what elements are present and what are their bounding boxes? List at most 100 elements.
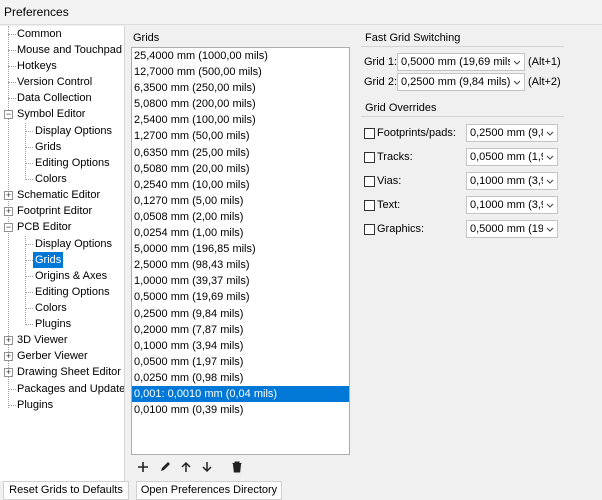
grid-list-item[interactable]: 1,2700 mm (50,00 mils) <box>132 128 349 144</box>
reset-grids-button[interactable]: Reset Grids to Defaults <box>3 481 129 500</box>
grid-list-item[interactable]: 25,4000 mm (1000,00 mils) <box>132 48 349 64</box>
grid-list-item[interactable]: 0,5000 mm (19,69 mils) <box>132 289 349 305</box>
section-divider <box>361 46 564 47</box>
grid1-select[interactable]: 0,5000 mm (19,69 mils <box>397 53 525 71</box>
grid-overrides-title: Grid Overrides <box>365 102 437 114</box>
grid2-label: Grid 2: <box>364 76 398 88</box>
grid-list-item[interactable]: 12,7000 mm (500,00 mils) <box>132 64 349 80</box>
grid-list-item[interactable]: 0,0508 mm (2,00 mils) <box>132 209 349 225</box>
tree-item-common[interactable]: Common <box>15 26 64 42</box>
grid-list-item[interactable]: 0,2500 mm (9,84 mils) <box>132 306 349 322</box>
tree-item-data-collection[interactable]: Data Collection <box>15 90 94 106</box>
chevron-down-icon <box>543 173 557 189</box>
grid-list-item[interactable]: 0,0100 mm (0,39 mils) <box>132 402 349 418</box>
tracks-checkbox[interactable] <box>364 152 375 163</box>
grid-list-item[interactable]: 6,3500 mm (250,00 mils) <box>132 80 349 96</box>
tree-item-gerber-viewer[interactable]: Gerber Viewer <box>15 348 90 364</box>
expand-icon[interactable]: + <box>4 207 13 216</box>
tree-item-pcb-display-options[interactable]: Display Options <box>33 236 114 252</box>
tree-item-schematic-editor[interactable]: Schematic Editor <box>15 187 102 203</box>
tree-item-pcb-editor[interactable]: PCB Editor <box>15 219 73 235</box>
tracks-select[interactable]: 0,0500 mm (1,9 <box>466 148 558 166</box>
grid-list-item[interactable]: 0,1000 mm (3,94 mils) <box>132 338 349 354</box>
edit-icon[interactable] <box>155 457 175 477</box>
tree-item-pcb-plugins[interactable]: Plugins <box>33 316 73 332</box>
tracks-value: 0,0500 mm (1,9 <box>470 151 548 163</box>
add-icon[interactable] <box>133 457 153 477</box>
fast-grid-title: Fast Grid Switching <box>365 32 461 44</box>
tree-connector <box>25 179 33 180</box>
grid-list-item[interactable]: 0,0250 mm (0,98 mils) <box>132 370 349 386</box>
tree-item-3d-viewer[interactable]: 3D Viewer <box>15 332 70 348</box>
tree-connector <box>25 244 33 245</box>
grid-list[interactable]: 25,4000 mm (1000,00 mils) 12,7000 mm (50… <box>131 47 350 455</box>
grid-list-item[interactable]: 0,0500 mm (1,97 mils) <box>132 354 349 370</box>
graphics-checkbox[interactable] <box>364 224 375 235</box>
tree-connector <box>25 276 33 277</box>
tree-item-symbol-editing-options[interactable]: Editing Options <box>33 155 112 171</box>
tree-item-symbol-display-options[interactable]: Display Options <box>33 123 114 139</box>
grid-list-item[interactable]: 0,2000 mm (7,87 mils) <box>132 322 349 338</box>
tree-item-pcb-origins-axes[interactable]: Origins & Axes <box>33 268 109 284</box>
preferences-tree[interactable]: − + + − + + + Common Mouse and Touchpad … <box>0 26 125 481</box>
delete-icon[interactable] <box>227 457 247 477</box>
chevron-down-icon <box>543 125 557 141</box>
tree-item-pcb-grids[interactable]: Grids <box>33 252 64 268</box>
grid-list-item[interactable]: 0,2540 mm (10,00 mils) <box>132 177 349 193</box>
grid-list-item[interactable]: 0,0254 mm (1,00 mils) <box>132 225 349 241</box>
grid-list-item[interactable]: 2,5400 mm (100,00 mils) <box>132 112 349 128</box>
text-select[interactable]: 0,1000 mm (3,9 <box>466 196 558 214</box>
expand-icon[interactable]: + <box>4 336 13 345</box>
tree-item-version-control[interactable]: Version Control <box>15 74 94 90</box>
tree-item-symbol-editor[interactable]: Symbol Editor <box>15 106 87 122</box>
open-preferences-directory-button[interactable]: Open Preferences Directory <box>136 481 282 500</box>
grid2-select[interactable]: 0,2500 mm (9,84 mils) <box>397 73 525 91</box>
tracks-label: Tracks: <box>377 151 413 163</box>
grid-list-item[interactable]: 0,5080 mm (20,00 mils) <box>132 161 349 177</box>
expand-icon[interactable]: + <box>4 191 13 200</box>
tree-item-plugins[interactable]: Plugins <box>15 397 55 413</box>
chevron-down-icon <box>543 197 557 213</box>
text-value: 0,1000 mm (3,9 <box>470 199 548 211</box>
grid-list-item[interactable]: 5,0000 mm (196,85 mils) <box>132 241 349 257</box>
footprints-pads-select[interactable]: 0,2500 mm (9,8 <box>466 124 558 142</box>
grid-list-item[interactable]: 0,1270 mm (5,00 mils) <box>132 193 349 209</box>
footprints-pads-value: 0,2500 mm (9,8 <box>470 127 548 139</box>
tree-connector <box>25 236 26 325</box>
tree-item-mouse-touchpad[interactable]: Mouse and Touchpad <box>15 42 124 58</box>
grid-list-item[interactable]: 5,0800 mm (200,00 mils) <box>132 96 349 112</box>
graphics-label: Graphics: <box>377 223 425 235</box>
vias-checkbox[interactable] <box>364 176 375 187</box>
tree-item-hotkeys[interactable]: Hotkeys <box>15 58 59 74</box>
tree-item-footprint-editor[interactable]: Footprint Editor <box>15 203 94 219</box>
graphics-select[interactable]: 0,5000 mm (19, <box>466 220 558 238</box>
grid-list-item-selected[interactable]: 0,001: 0,0010 mm (0,04 mils) <box>132 385 349 403</box>
move-down-icon[interactable] <box>197 457 217 477</box>
tree-item-packages-updates[interactable]: Packages and Updates <box>15 381 124 397</box>
tree-connector <box>25 260 33 261</box>
grid-list-item[interactable]: 0,6350 mm (25,00 mils) <box>132 145 349 161</box>
tree-item-pcb-colors[interactable]: Colors <box>33 300 69 316</box>
grid-list-item[interactable]: 2,5000 mm (98,43 mils) <box>132 257 349 273</box>
vias-select[interactable]: 0,1000 mm (3,9 <box>466 172 558 190</box>
tree-item-drawing-sheet-editor[interactable]: Drawing Sheet Editor <box>15 364 123 380</box>
move-up-icon[interactable] <box>176 457 196 477</box>
collapse-icon[interactable]: − <box>4 223 13 232</box>
vias-label: Vias: <box>377 175 402 187</box>
grid2-hotkey: (Alt+2) <box>528 76 561 88</box>
grids-label: Grids <box>133 32 160 44</box>
tree-item-symbol-grids[interactable]: Grids <box>33 139 63 155</box>
grid-list-toolbar <box>131 457 261 477</box>
grid-list-item[interactable]: 1,0000 mm (39,37 mils) <box>132 273 349 289</box>
expand-icon[interactable]: + <box>4 352 13 361</box>
tree-item-symbol-colors[interactable]: Colors <box>33 171 69 187</box>
tree-item-pcb-editing-options[interactable]: Editing Options <box>33 284 112 300</box>
window-title: Preferences <box>0 0 602 25</box>
footprints-pads-checkbox[interactable] <box>364 128 375 139</box>
tree-connector <box>25 163 33 164</box>
footprints-pads-label: Footprints/pads: <box>377 127 456 139</box>
collapse-icon[interactable]: − <box>4 110 13 119</box>
text-checkbox[interactable] <box>364 200 375 211</box>
expand-icon[interactable]: + <box>4 368 13 377</box>
chevron-down-icon <box>510 74 524 90</box>
